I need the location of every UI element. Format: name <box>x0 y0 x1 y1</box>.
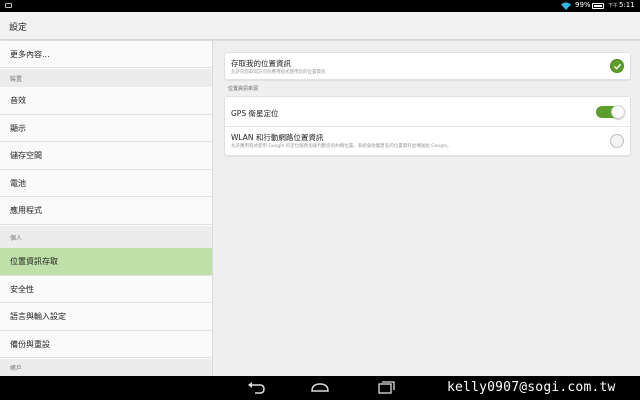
checkmark-icon <box>613 63 622 70</box>
wlan-title: WLAN 和行動網路位置資訊 <box>231 133 324 142</box>
sidebar-item-security[interactable]: 安全性 <box>0 276 212 303</box>
access-location-row[interactable]: 存取我的位置資訊 允許向您取得許可的應用程式使用您的位置資訊 <box>225 53 632 81</box>
sidebar-item-apps[interactable]: 應用程式 <box>0 197 212 225</box>
battery-percent: 99% <box>575 1 591 9</box>
sidebar-header-personal: 個人 <box>0 226 212 248</box>
sidebar-item-sound[interactable]: 音效 <box>0 87 212 115</box>
screenshot-notification-icon <box>5 3 12 8</box>
clock-ampm: 下午 <box>608 3 619 9</box>
watermark: kelly0907@sogi.com.tw <box>447 380 616 395</box>
gps-row[interactable]: GPS 衛星定位 <box>225 97 632 127</box>
toggle-knob <box>611 105 625 119</box>
sidebar-header-label: 帳戶 <box>10 365 23 372</box>
sidebar-item-label: 位置資訊存取 <box>10 257 58 266</box>
sidebar-item-label: 顯示 <box>10 123 26 133</box>
wlan-summary: 允許應用程式使用 Google 的定位服務加速判斷您的約略位置。系統會收集匿名的… <box>231 144 452 149</box>
gps-toggle[interactable] <box>596 105 625 119</box>
home-icon[interactable] <box>310 381 330 395</box>
location-sources-card: GPS 衛星定位 WLAN 和行動網路位置資訊 允許應用程式使用 Google … <box>224 96 632 157</box>
sidebar-item-label: 語言與輸入設定 <box>10 312 66 321</box>
sidebar-item-language-input[interactable]: 語言與輸入設定 <box>0 303 212 331</box>
access-location-checkbox[interactable] <box>610 59 624 73</box>
sidebar-header-accounts: 帳戶 <box>0 359 212 376</box>
settings-sidebar: 更多內容... 裝置 音效 顯示 儲存空間 電池 應用程式 個人 位置資訊存取 … <box>0 41 213 376</box>
sidebar-item-label: 電池 <box>10 178 26 188</box>
sidebar-header-label: 裝置 <box>10 75 23 83</box>
wlan-checkbox[interactable] <box>610 134 624 148</box>
back-icon[interactable] <box>246 381 266 395</box>
sidebar-item-label: 備份與重設 <box>10 339 50 349</box>
sidebar-item-label: 更多內容... <box>10 49 50 59</box>
sidebar-header-device: 裝置 <box>0 69 212 87</box>
sidebar-item-label: 儲存空間 <box>10 151 42 160</box>
gps-title: GPS 衛星定位 <box>231 109 279 118</box>
section-label-location-sources: 位置資訊來源 <box>228 86 259 92</box>
sidebar-item-display[interactable]: 顯示 <box>0 115 212 142</box>
access-location-card: 存取我的位置資訊 允許向您取得許可的應用程式使用您的位置資訊 <box>224 52 631 80</box>
sidebar-item-storage[interactable]: 儲存空間 <box>0 142 212 170</box>
recent-apps-icon[interactable] <box>376 381 396 395</box>
location-settings-panel: 存取我的位置資訊 允許向您取得許可的應用程式使用您的位置資訊 位置資訊來源 GP… <box>214 41 640 376</box>
sidebar-item-location[interactable]: 位置資訊存取 <box>0 248 212 276</box>
sidebar-item-label: 安全性 <box>10 284 34 294</box>
sidebar-item-more[interactable]: 更多內容... <box>0 41 212 68</box>
access-location-summary: 允許向您取得許可的應用程式使用您的位置資訊 <box>231 70 326 75</box>
access-location-title: 存取我的位置資訊 <box>231 59 291 68</box>
page-title: 設定 <box>9 23 28 33</box>
status-bar: 99% 下午 5:11 <box>0 0 640 12</box>
sidebar-item-battery[interactable]: 電池 <box>0 170 212 197</box>
wlan-row[interactable]: WLAN 和行動網路位置資訊 允許應用程式使用 Google 的定位服務加速判斷… <box>225 127 632 157</box>
sidebar-item-label: 音效 <box>10 96 26 105</box>
wifi-icon <box>561 2 571 10</box>
clock: 5:11 <box>619 1 635 9</box>
sidebar-header-label: 個人 <box>10 234 23 242</box>
action-bar: 設定 <box>0 12 640 40</box>
sidebar-item-label: 應用程式 <box>10 206 42 215</box>
sidebar-item-backup-reset[interactable]: 備份與重設 <box>0 331 212 358</box>
battery-icon <box>592 3 604 9</box>
